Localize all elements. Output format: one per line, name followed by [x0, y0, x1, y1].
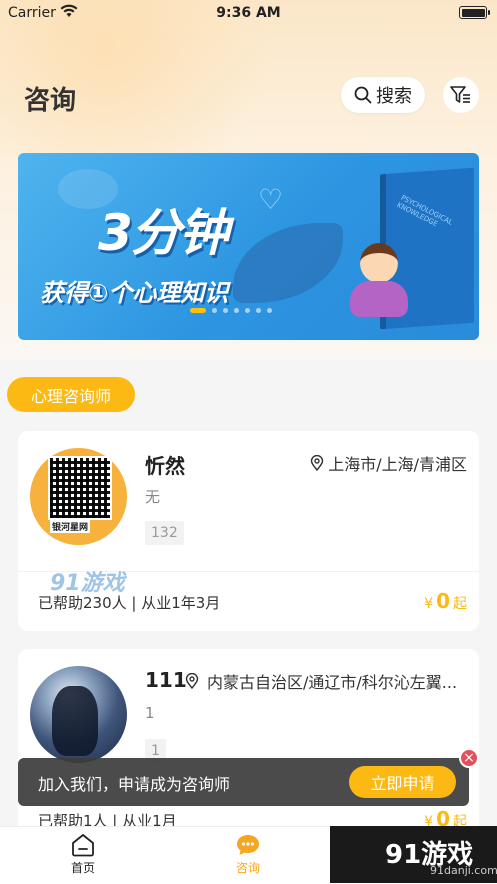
apply-now-button[interactable]: 立即申请 [349, 766, 456, 798]
filter-button[interactable] [443, 77, 479, 113]
carousel-dot[interactable] [267, 308, 272, 313]
tab-home-label: 首页 [70, 861, 95, 875]
avatar: 银河星网 [30, 448, 127, 545]
watermark-logo: 91游戏 [50, 571, 125, 596]
price-currency: ¥ [424, 596, 434, 612]
banner-leaf-decoration [233, 223, 343, 303]
location-text: 上海市/上海/青浦区 [328, 455, 467, 474]
section-tag-counselors[interactable]: 心理咨询师 [7, 377, 135, 412]
carousel-indicator [190, 308, 272, 313]
tab-home[interactable]: 首页 [48, 833, 118, 876]
carousel-dot[interactable] [245, 308, 250, 313]
girl-illustration-body [350, 281, 408, 317]
counselor-name: 111 [145, 668, 187, 692]
girl-illustration-head [360, 243, 398, 283]
carousel-dot[interactable] [234, 308, 239, 313]
close-icon[interactable]: × [459, 748, 479, 768]
status-bar: Carrier 9:36 AM [0, 0, 497, 26]
heart-icon: ♡ [258, 183, 284, 216]
counselor-location: 内蒙古自治区/通辽市/科尔沁左翼... [185, 669, 467, 693]
promo-banner[interactable]: ♡ 3分钟 获得①个心理知识 PSYCHOLOGICAL KNOWLEDGE [18, 153, 479, 340]
qr-code-image [48, 456, 112, 520]
price-value: 0 [436, 589, 450, 613]
location-pin-icon [311, 455, 324, 471]
watermark-site: 91danji.com [430, 864, 497, 877]
carousel-dot[interactable] [256, 308, 261, 313]
counselor-name: 忻然 [145, 454, 185, 478]
counselor-card[interactable]: 111 内蒙古自治区/通辽市/科尔沁左翼... 1 1 已帮助1人 | 从业1月… [18, 649, 479, 839]
watermark-corner: 91游戏 91danji.com [330, 826, 497, 883]
banner-headline: 3分钟 [98, 204, 229, 262]
join-banner: 加入我们，申请成为咨询师 立即申请 [18, 758, 469, 806]
location-text: 内蒙古自治区/通辽市/科尔沁左翼... [207, 673, 458, 692]
search-icon [354, 86, 372, 104]
counselor-tag: 132 [145, 521, 184, 545]
counselor-intro: 无 [145, 488, 161, 506]
avatar [30, 666, 127, 763]
counselor-intro: 1 [145, 704, 155, 722]
location-pin-icon [185, 673, 199, 689]
counselor-card[interactable]: 银河星网 忻然 上海市/上海/青浦区 无 132 已帮助230人 | 从业1年3… [18, 431, 479, 631]
tab-consult-label: 咨询 [235, 861, 260, 875]
tab-consult[interactable]: 咨询 [213, 833, 283, 876]
counselor-location: 上海市/上海/青浦区 [310, 451, 467, 475]
carousel-dot[interactable] [212, 308, 217, 313]
chat-bubble-icon [237, 835, 259, 855]
join-text: 加入我们，申请成为咨询师 [38, 775, 231, 794]
price-suffix: 起 [453, 596, 467, 612]
banner-subline: 获得①个心理知识 [40, 279, 229, 307]
page-title: 咨询 [24, 86, 77, 116]
counselor-price: ¥0 起 [424, 589, 467, 613]
avatar-caption: 银河星网 [50, 520, 91, 533]
book-title: PSYCHOLOGICAL KNOWLEDGE [395, 193, 454, 229]
carousel-dot-active[interactable] [190, 308, 206, 313]
battery-icon [459, 6, 490, 19]
filter-icon [450, 86, 470, 103]
carousel-dot[interactable] [223, 308, 228, 313]
status-time: 9:36 AM [216, 5, 281, 21]
hand-photo [52, 686, 98, 756]
search-label: 搜索 [376, 86, 412, 107]
search-button[interactable]: 搜索 [341, 77, 425, 113]
home-icon [72, 834, 94, 857]
